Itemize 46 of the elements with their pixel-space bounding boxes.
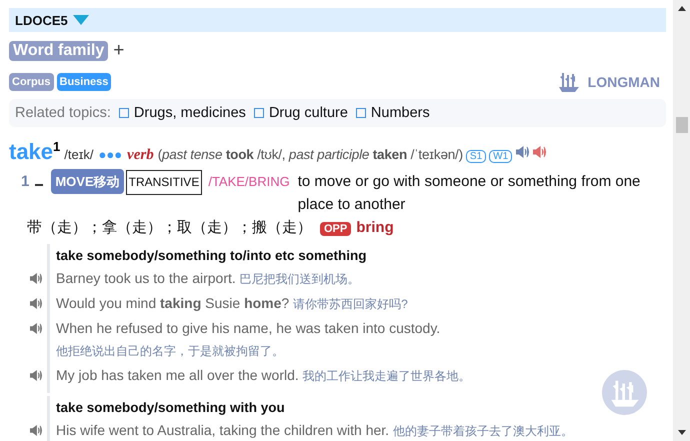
checkbox-icon	[254, 108, 264, 118]
speaker-icon[interactable]	[533, 146, 546, 158]
example-sentence: Would you mind taking Susie home? 请你带苏西回家好吗?	[56, 295, 408, 311]
scrollbar[interactable]	[673, 0, 690, 441]
scroll-thumb[interactable]	[676, 117, 688, 133]
speaker-icon[interactable]	[516, 146, 530, 158]
frequency-badge: S1	[466, 150, 486, 163]
topic-link[interactable]: Drugs, medicines	[134, 105, 246, 121]
ship-icon	[610, 378, 640, 408]
sense-number: 1	[21, 172, 30, 192]
headword: take	[9, 139, 54, 165]
example-sentence: Barney took us to the airport. 巴尼把我们送到机场。	[56, 270, 360, 286]
example-sentence: My job has taken me all over the world. 我的工作让我走遍了世界各地。	[56, 367, 471, 383]
speaker-icon[interactable]	[30, 323, 42, 334]
expand-toggle[interactable]: +	[113, 40, 124, 62]
frequency-dots: ●●●	[98, 147, 122, 162]
dictionary-bar[interactable]: LDOCE5	[9, 8, 666, 32]
speaker-icon[interactable]	[30, 298, 42, 309]
speaker-icon[interactable]	[30, 425, 42, 436]
example-pattern: take somebody/something to/into etc something	[56, 248, 368, 263]
inflections: (past tense took /tʊk/, past participle taken /ˈteɪkən/)	[158, 147, 463, 162]
definition: to move or go with someone or something from one place to another	[298, 172, 642, 215]
ship-icon	[558, 71, 579, 93]
opposite-label: OPP	[320, 222, 352, 236]
dictionary-name: LDOCE5	[15, 12, 68, 28]
topic-label: /TAKE/BRING	[208, 173, 290, 191]
speaker-icon[interactable]	[30, 370, 42, 381]
part-of-speech: verb	[127, 147, 154, 164]
translation: 带（走）；拿（走）；取（走）；搬（走）	[27, 219, 312, 236]
signpost-label: MOVE移动	[51, 169, 124, 194]
opposite-word[interactable]: bring	[356, 219, 394, 236]
brand-name: LONGMAN	[588, 74, 660, 90]
example-sentence: When he refused to give his name, he was taken into custody. 他拒绝说出自己的名字，于是就被拘留了。	[56, 320, 440, 358]
example-sentence: His wife went to Australia, taking the children with her. 他的妻子带着孩子去了澳大利亚。	[56, 422, 573, 438]
speaker-icon[interactable]	[30, 273, 42, 284]
caret-icon[interactable]	[72, 15, 89, 25]
pronunciation: /teɪk/	[64, 147, 94, 162]
homograph-number: 1	[53, 139, 60, 154]
frequency-badge: W1	[489, 150, 512, 163]
example-pattern: take somebody/something with you	[56, 400, 286, 415]
checkbox-icon	[356, 108, 366, 118]
topics-label: Related topics:	[15, 105, 111, 121]
grammar-label: TRANSITIVE	[126, 170, 202, 195]
topic-link[interactable]: Drug culture	[268, 105, 348, 121]
topic-link[interactable]: Numbers	[370, 105, 430, 121]
checkbox-icon	[118, 108, 129, 118]
